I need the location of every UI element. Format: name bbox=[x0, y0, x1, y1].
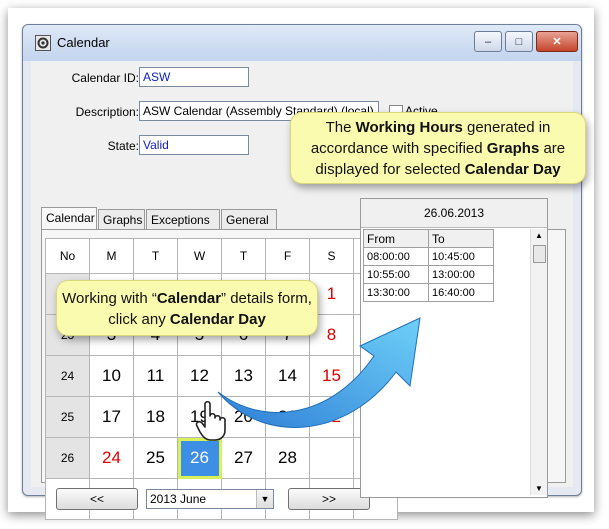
working-hours-callout: The Working Hours generated in accordanc… bbox=[290, 112, 586, 184]
callout-text: The bbox=[325, 119, 356, 136]
calendar-day-callout: Working with “Calendar” details form, cl… bbox=[56, 280, 318, 336]
callout-bold: Graphs bbox=[486, 140, 540, 157]
callout-bold: Calendar Day bbox=[169, 311, 266, 328]
callout-bold: Calendar Day bbox=[464, 161, 561, 178]
callout-text: Working with “ bbox=[62, 290, 157, 307]
callout-bold: Calendar bbox=[156, 290, 222, 307]
pointer-arrow-icon bbox=[217, 317, 421, 428]
callout-bold: Working Hours bbox=[355, 119, 463, 136]
hand-cursor-icon bbox=[195, 400, 226, 441]
